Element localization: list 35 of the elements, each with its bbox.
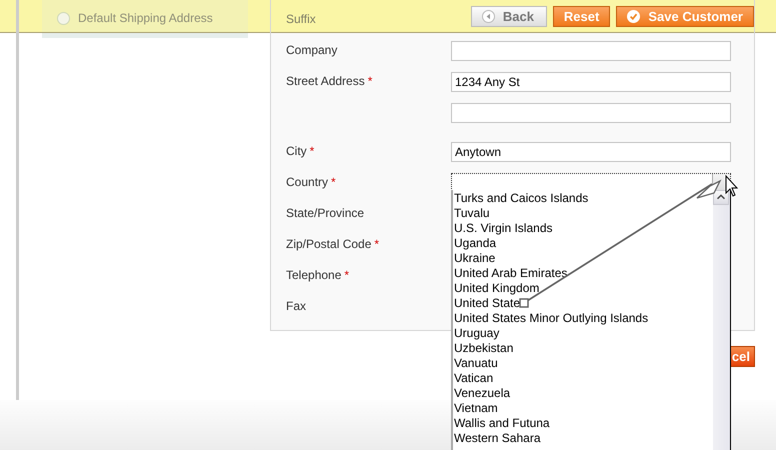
- country-option[interactable]: United State: [453, 296, 713, 311]
- country-option[interactable]: Uganda: [453, 236, 713, 251]
- country-option[interactable]: United Kingdom: [453, 281, 713, 296]
- text-field[interactable]: Anytown: [451, 142, 731, 162]
- field-label: Fax: [286, 299, 306, 313]
- country-option[interactable]: Western Sahara: [453, 431, 713, 446]
- required-mark: *: [374, 237, 380, 251]
- country-option[interactable]: Vietnam: [453, 401, 713, 416]
- field-label: Country: [286, 175, 328, 189]
- country-option[interactable]: Uruguay: [453, 326, 713, 341]
- country-option[interactable]: U.S. Virgin Islands: [453, 221, 713, 236]
- required-mark: *: [310, 144, 314, 158]
- country-option[interactable]: Wallis and Futuna: [453, 416, 713, 431]
- country-option[interactable]: Turks and Caicos Islands: [453, 191, 713, 206]
- field-label: Company: [286, 43, 338, 57]
- field-label: Street Address: [286, 74, 365, 88]
- country-option[interactable]: United States Minor Outlying Islands: [453, 311, 713, 326]
- text-field[interactable]: 1234 Any St: [451, 72, 731, 92]
- required-mark: *: [331, 175, 336, 189]
- back-button[interactable]: Back: [470, 6, 547, 27]
- country-option[interactable]: Venezuela: [453, 386, 713, 401]
- required-mark: *: [368, 74, 372, 88]
- country-option[interactable]: Ukraine: [453, 251, 713, 266]
- country-option[interactable]: Vatican: [453, 371, 713, 386]
- country-option[interactable]: Tuvalu: [453, 206, 713, 221]
- field-label: State/Province: [286, 206, 364, 220]
- country-option[interactable]: Uzbekistan: [453, 341, 713, 356]
- field-label: Zip/Postal Code: [286, 237, 372, 251]
- country-option[interactable]: Vanuatu: [453, 356, 713, 371]
- field-label: Suffix: [286, 12, 316, 26]
- field-label: Telephone: [286, 268, 342, 282]
- field-label: City: [286, 144, 307, 158]
- required-mark: *: [344, 268, 350, 282]
- country-option[interactable]: United Arab Emirates: [453, 266, 713, 281]
- radio-label: Default Shipping Address: [78, 11, 213, 25]
